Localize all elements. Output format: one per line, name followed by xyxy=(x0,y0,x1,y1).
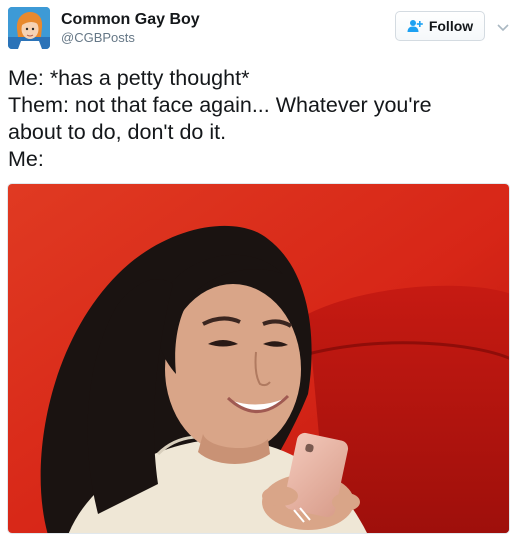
follow-button[interactable]: Follow xyxy=(395,11,485,41)
tweet-card: Common Gay Boy @CGBPosts Follow Me: *has… xyxy=(0,0,518,543)
tweet-text-line: Me: *has a petty thought* xyxy=(8,66,250,90)
photo-illustration xyxy=(8,184,509,533)
tweet-text-line: Me: xyxy=(8,147,44,171)
tweet-photo[interactable] xyxy=(7,183,510,534)
chevron-down-icon[interactable] xyxy=(496,20,510,32)
tweet-text: Me: *has a petty thought* Them: not that… xyxy=(8,65,513,173)
add-user-icon xyxy=(407,19,423,33)
user-handle[interactable]: @CGBPosts xyxy=(61,30,135,45)
display-name[interactable]: Common Gay Boy xyxy=(61,11,200,29)
avatar[interactable] xyxy=(8,7,50,49)
avatar-illustration xyxy=(8,7,50,49)
tweet-text-line: Them: not that face again... Whatever yo… xyxy=(8,93,432,117)
tweet-text-line: about to do, don't do it. xyxy=(8,120,227,144)
follow-button-label: Follow xyxy=(428,18,474,34)
